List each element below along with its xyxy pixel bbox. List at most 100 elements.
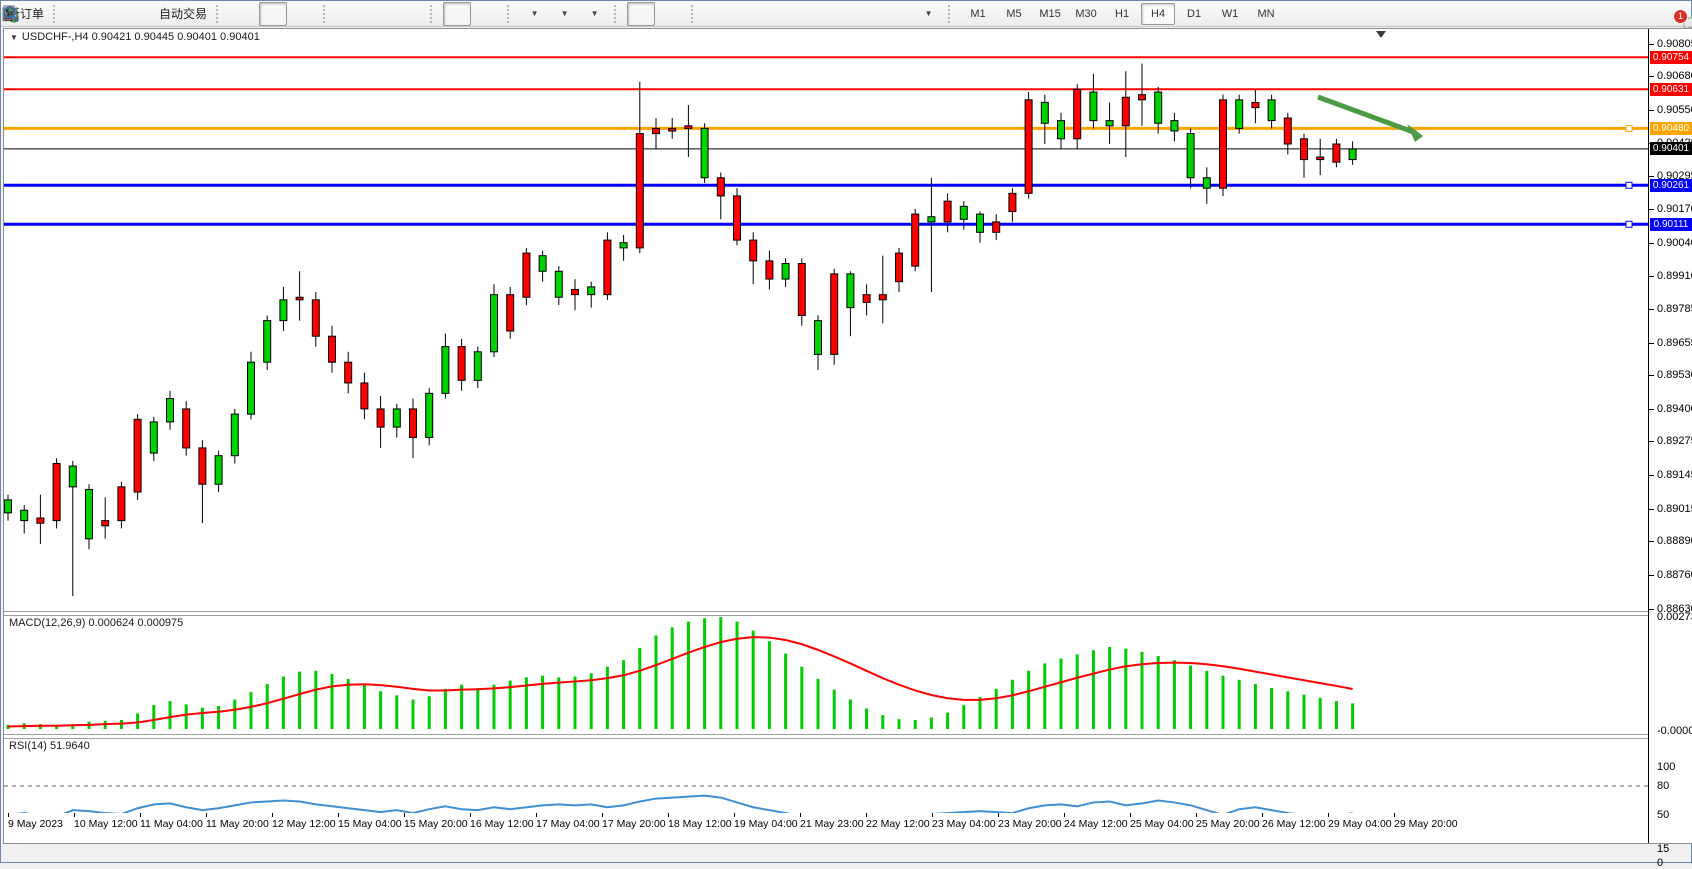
bull-candle	[1090, 92, 1097, 121]
time-axis-tickmark	[1196, 813, 1197, 817]
price-axis-tick-label: 0.90550	[1657, 104, 1692, 116]
main-toolbar: 新订单 自动交易 ▼ ▼	[1, 1, 1691, 27]
bear-candle	[1284, 118, 1291, 144]
bear-candle	[798, 263, 805, 315]
text-label-tool-button[interactable]: T	[884, 2, 912, 26]
toolbar-separator	[614, 5, 621, 23]
line-handle[interactable]	[1626, 125, 1632, 131]
periods-button[interactable]: ▼	[550, 2, 578, 26]
time-axis[interactable]: 9 May 202310 May 12:0011 May 04:0011 May…	[4, 813, 1692, 843]
timeframe-button-m30[interactable]: M30	[1069, 3, 1103, 25]
macd-panel[interactable]	[4, 614, 1648, 734]
bull-candle	[1203, 178, 1210, 188]
timeframe-button-h1[interactable]: H1	[1105, 3, 1139, 25]
price-axis-tickmark	[1649, 176, 1654, 177]
price-axis-tickmark	[1649, 309, 1654, 310]
line-chart-mode-button[interactable]	[289, 2, 317, 26]
price-axis[interactable]: 0.908050.906800.905500.904250.902950.901…	[1649, 29, 1692, 843]
price-chart[interactable]	[4, 29, 1648, 611]
data-window-button[interactable]	[96, 2, 124, 26]
navigator-button[interactable]	[126, 2, 154, 26]
time-axis-tickmark	[1262, 813, 1263, 817]
price-axis-tick-label: 0.90040	[1657, 237, 1692, 249]
bull-candle	[69, 466, 76, 487]
bull-candle	[1171, 121, 1178, 131]
bull-candle	[442, 347, 449, 394]
bar-chart-mode-button[interactable]	[229, 2, 257, 26]
panel-separator[interactable]	[4, 734, 1648, 739]
panel-separator[interactable]	[4, 611, 1648, 616]
templates-button[interactable]: ▼	[580, 2, 608, 26]
timeframe-button-d1[interactable]: D1	[1177, 3, 1211, 25]
bear-candle	[685, 126, 692, 129]
bear-candle	[312, 300, 319, 336]
zoom-out-button[interactable]	[366, 2, 394, 26]
tile-windows-button[interactable]	[396, 2, 424, 26]
chart-shift-marker[interactable]	[1376, 31, 1386, 38]
time-axis-tickmark	[602, 813, 603, 817]
time-axis-tickmark	[800, 813, 801, 817]
chart-title: ▼ USDCHF-,H4 0.90421 0.90445 0.90401 0.9…	[10, 31, 260, 43]
bull-candle	[474, 352, 481, 381]
bull-candle	[928, 217, 935, 222]
bear-candle	[766, 261, 773, 279]
market-watch-button[interactable]	[66, 2, 94, 26]
price-axis-tick-label: 0.89015	[1657, 503, 1692, 515]
bear-candle	[750, 240, 757, 261]
vertical-line-tool-button[interactable]	[704, 2, 732, 26]
chevron-down-icon: ▼	[561, 9, 569, 18]
bull-candle	[1349, 149, 1356, 160]
symbol-dropdown-icon[interactable]: ▼	[10, 33, 18, 42]
text-tool-button[interactable]: A	[854, 2, 882, 26]
time-axis-tickmark	[1328, 813, 1329, 817]
fibonacci-tool-button[interactable]: F	[824, 2, 852, 26]
price-tag: 0.90401	[1650, 142, 1692, 155]
chevron-down-icon: ▼	[925, 9, 933, 18]
timeframe-button-h4[interactable]: H4	[1141, 3, 1175, 25]
chart-title-text: USDCHF-,H4 0.90421 0.90445 0.90401 0.904…	[22, 31, 260, 43]
bear-candle	[572, 289, 579, 294]
cursor-tool-button[interactable]	[627, 2, 655, 26]
indicators-button[interactable]: ▼	[520, 2, 548, 26]
price-axis-tickmark	[1649, 575, 1654, 576]
zoom-in-button[interactable]	[336, 2, 364, 26]
timeframe-button-mn[interactable]: MN	[1249, 3, 1283, 25]
bear-candle	[329, 336, 336, 362]
auto-scroll-button[interactable]	[443, 2, 471, 26]
price-axis-tickmark	[1649, 541, 1654, 542]
rsi-axis-label: 50	[1657, 809, 1669, 821]
line-handle[interactable]	[1626, 221, 1632, 227]
timeframe-button-m15[interactable]: M15	[1033, 3, 1067, 25]
time-axis-label: 17 May 20:00	[602, 818, 666, 830]
price-axis-tick-label: 0.89275	[1657, 435, 1692, 447]
price-axis-tickmark	[1649, 276, 1654, 277]
bear-candle	[863, 295, 870, 303]
bull-candle	[248, 362, 255, 414]
price-tag: 0.90631	[1650, 83, 1692, 96]
bull-candle	[167, 399, 174, 422]
autotrading-button[interactable]: 自动交易	[156, 2, 210, 26]
bull-candle	[1236, 100, 1243, 129]
bear-candle	[1333, 144, 1340, 162]
time-axis-tickmark	[338, 813, 339, 817]
time-axis-label: 11 May 04:00	[140, 818, 203, 830]
bull-candle	[782, 263, 789, 279]
search-icon[interactable]	[1, 4, 21, 24]
channel-tool-button[interactable]: E	[794, 2, 822, 26]
trendline-tool-button[interactable]	[764, 2, 792, 26]
crosshair-tool-button[interactable]	[657, 2, 685, 26]
bear-candle	[361, 383, 368, 409]
line-handle[interactable]	[1626, 182, 1632, 188]
horizontal-line-tool-button[interactable]	[734, 2, 762, 26]
time-axis-label: 19 May 04:00	[734, 818, 798, 830]
timeframe-button-m5[interactable]: M5	[997, 3, 1031, 25]
bull-candle	[86, 489, 93, 538]
price-axis-tickmark	[1649, 209, 1654, 210]
bull-candle	[1187, 134, 1194, 178]
candlestick-mode-button[interactable]	[259, 2, 287, 26]
timeframe-button-w1[interactable]: W1	[1213, 3, 1247, 25]
arrows-tool-button[interactable]: ▼	[914, 2, 942, 26]
timeframe-button-m1[interactable]: M1	[961, 3, 995, 25]
chart-shift-button[interactable]	[473, 2, 501, 26]
price-axis-tick-label: 0.88760	[1657, 569, 1692, 581]
